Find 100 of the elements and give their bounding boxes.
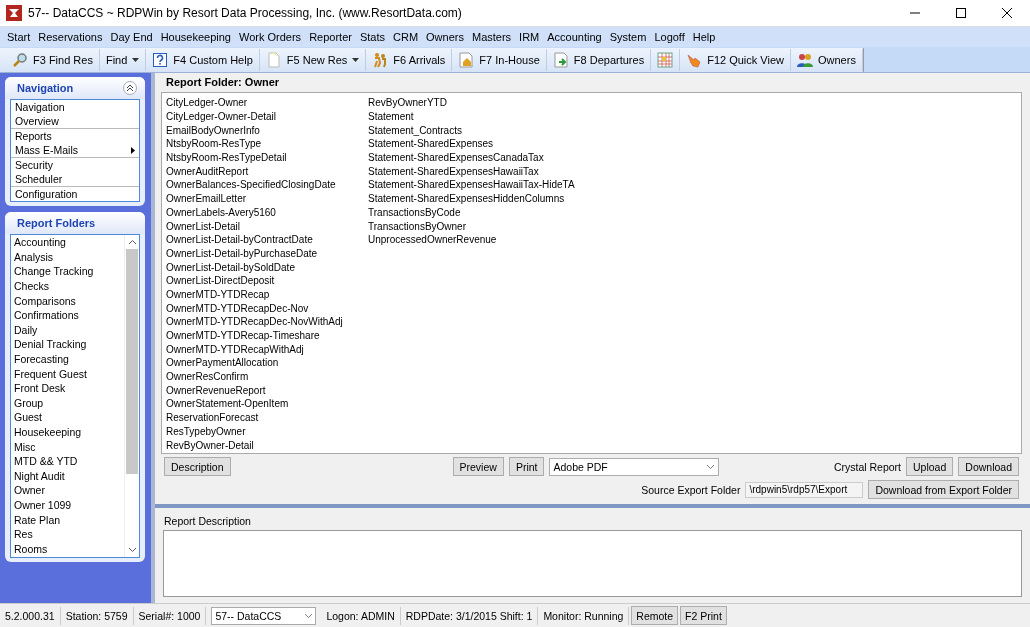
menu-item[interactable]: Stats [355,31,389,43]
folder-item[interactable]: Rate Plan [11,512,124,527]
report-item[interactable]: TransactionsByOwner [368,219,575,233]
scroll-down-icon[interactable] [128,548,136,552]
folder-item[interactable]: Res [11,526,124,542]
status-button[interactable]: F2 Print [680,606,727,625]
nav-item[interactable]: Navigation [11,100,139,114]
folder-item[interactable]: Housekeeping [11,424,124,440]
report-item[interactable]: Statement-SharedExpensesHawaiiTax-HideTA [368,178,575,192]
folder-item[interactable]: Misc [11,439,124,454]
nav-item[interactable]: Security [11,158,139,172]
folder-item[interactable]: MTD && YTD [11,453,124,469]
report-item[interactable]: CityLedger-Owner-Detail [166,109,368,124]
menu-item[interactable]: Help [688,31,720,43]
folder-item[interactable]: Denial Tracking [11,337,124,352]
folder-item[interactable]: Comparisons [11,293,124,308]
folder-item[interactable]: Group [11,395,124,411]
report-item[interactable]: OwnerRevenueReport [166,383,368,398]
report-item[interactable]: OwnerMTD-YTDRecap-Timeshare [166,328,368,343]
preview-button[interactable]: Preview [452,457,504,476]
toolbar-button[interactable]: F6 Arrivals [366,48,453,71]
format-dropdown[interactable]: Adobe PDF [549,457,720,476]
report-item[interactable]: OwnerMTD-YTDRecap [166,287,368,302]
folder-item[interactable]: Night Audit [11,468,124,484]
export-folder-field[interactable]: \rdpwin5\rdp57\Export [745,481,864,498]
report-item[interactable]: OwnerMTD-YTDRecapDec-Nov [166,301,368,315]
report-item[interactable]: NtsbyRoom-ResType [166,137,368,151]
folder-item[interactable]: Frequent Guest [11,366,124,381]
collapse-button[interactable] [123,81,137,95]
menu-item[interactable]: Housekeeping [156,31,235,43]
toolbar-button[interactable]: Find [99,48,147,71]
report-item[interactable]: RevByOwnerYTD [368,96,575,110]
nav-item[interactable]: Reports [11,129,139,143]
menu-item[interactable]: IRM [515,31,544,43]
folder-item[interactable]: Forecasting [11,351,124,367]
report-item[interactable]: OwnerAuditReport [166,164,368,179]
report-item[interactable]: OwnerList-Detail-byPurchaseDate [166,246,368,261]
download-export-button[interactable]: Download from Export Folder [868,480,1019,499]
folder-item[interactable]: Confirmations [11,307,124,323]
report-item[interactable]: Statement-SharedExpenses [368,137,575,151]
report-item[interactable]: Statement-SharedExpensesHawaiiTax [368,164,575,179]
report-item[interactable]: Statement_Contracts [368,123,575,138]
report-item[interactable]: Statement-SharedExpensesHiddenColumns [368,191,575,206]
print-button[interactable]: Print [508,457,545,476]
toolbar-button[interactable]: F4 Custom Help [146,48,260,71]
report-item[interactable]: TransactionsByCode [368,205,575,220]
report-item[interactable]: OwnerList-Detail-byContractDate [166,232,368,247]
report-item[interactable]: RevByOwner-Detail [166,438,368,452]
folder-item[interactable]: Guest [11,410,124,425]
toolbar-button[interactable]: F7 In-House [452,48,547,71]
menu-item[interactable]: Logoff [650,31,689,43]
toolbar-button[interactable]: F12 Quick View [680,48,791,71]
folder-item[interactable]: Change Tracking [11,264,124,279]
toolbar-button[interactable]: F5 New Res [259,48,367,71]
description-button[interactable]: Description [164,457,231,476]
folder-item[interactable]: Analysis [11,249,124,265]
report-item[interactable]: NtsbyRoom-ResTypeDetail [166,150,368,165]
report-item[interactable]: UnprocessedOwnerRevenue [368,232,575,247]
status-button[interactable]: Remote [631,606,679,625]
menu-item[interactable]: Work Orders [235,31,306,43]
report-item[interactable]: OwnerBalances-SpecifiedClosingDate [166,178,368,192]
toolbar-button[interactable]: Owners [791,48,863,71]
menu-item[interactable]: Accounting [543,31,606,43]
database-dropdown[interactable]: 57-- DataCCS [211,606,317,625]
scroll-up-icon[interactable] [128,240,136,244]
menu-item[interactable]: System [605,31,651,43]
report-item[interactable]: OwnerLabels-Avery5160 [166,205,368,220]
report-item[interactable]: Statement [368,109,575,124]
scrollbar[interactable] [124,235,139,557]
nav-item[interactable]: Mass E-Mails [11,143,139,157]
menu-item[interactable]: Masters [467,31,516,43]
nav-item[interactable]: Overview [11,114,139,128]
report-item[interactable]: EmailBodyOwnerInfo [166,123,368,138]
menu-item[interactable]: Reporter [305,31,356,43]
menu-item[interactable]: CRM [389,31,423,43]
report-item[interactable]: ReservationForecast [166,410,368,425]
folder-item[interactable]: Accounting [11,235,124,250]
folder-item[interactable]: Front Desk [11,380,124,396]
upload-button[interactable]: Upload [906,457,954,476]
toolbar-button[interactable]: F8 Departures [546,48,652,71]
toolbar-button[interactable]: F3 Find Res [6,48,100,71]
menu-item[interactable]: Reservations [34,31,107,43]
report-item[interactable]: OwnerMTD-YTDRecapWithAdj [166,342,368,357]
folder-item[interactable]: Owner [11,483,124,498]
download-button[interactable]: Download [958,457,1019,476]
report-item[interactable]: ResTypebyOwner [166,424,368,439]
report-item[interactable]: OwnerList-DirectDeposit [166,273,368,288]
description-field[interactable] [163,530,1022,597]
report-item[interactable]: OwnerStatement-OpenItem [166,397,368,411]
nav-item[interactable]: Configuration [11,187,139,201]
nav-item[interactable]: Scheduler [11,172,139,186]
report-item[interactable]: OwnerResConfirm [166,369,368,384]
folder-item[interactable]: Rooms [11,541,124,557]
menu-item[interactable]: Day End [106,31,157,43]
menu-item[interactable]: Start [3,31,35,43]
report-item[interactable]: Statement-SharedExpensesCanadaTax [368,150,575,165]
report-item[interactable]: OwnerPaymentAllocation [166,356,368,370]
folder-item[interactable]: Owner 1099 [11,497,124,513]
report-item[interactable]: CityLedger-Owner [166,96,368,110]
report-item[interactable]: OwnerEmailLetter [166,191,368,206]
